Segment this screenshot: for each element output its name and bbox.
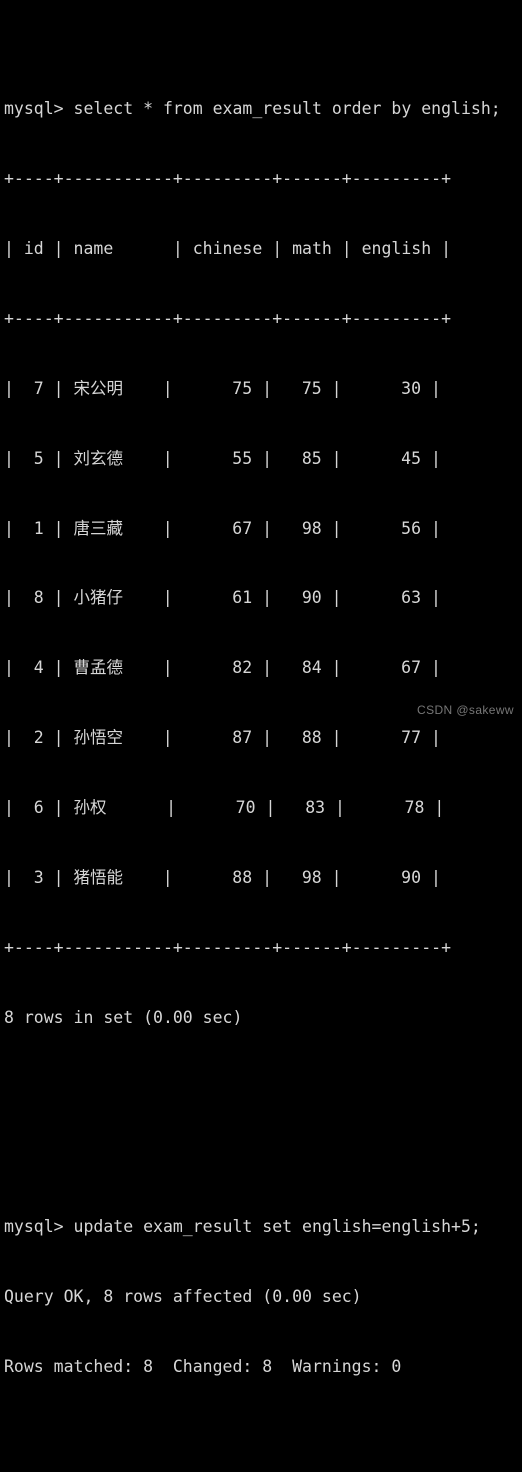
- update-result-rows-matched: Rows matched: 8 Changed: 8 Warnings: 0: [4, 1357, 402, 1377]
- table-row: | 4 | 曹孟德 | 82 | 84 | 67 |: [4, 658, 441, 678]
- table-row: | 5 | 刘玄德 | 55 | 85 | 45 |: [4, 448, 441, 468]
- watermark-label: CSDN @sakeww: [417, 702, 514, 717]
- update-result-query-ok: Query OK, 8 rows affected (0.00 sec): [4, 1287, 362, 1307]
- command-line-update: mysql> update exam_result set english=en…: [4, 1217, 481, 1237]
- table1-header-row: | id | name | chinese | math | english |: [4, 238, 452, 258]
- terminal-screen[interactable]: mysql> select * from exam_result order b…: [0, 0, 522, 1376]
- table-row: | 1 | 唐三藏 | 67 | 98 | 56 |: [4, 518, 441, 538]
- table-row: | 8 | 小猪仔 | 61 | 90 | 63 |: [4, 588, 441, 608]
- table1-border-mid: +----+-----------+---------+------+-----…: [4, 308, 452, 328]
- table1-border-bottom: +----+-----------+---------+------+-----…: [4, 937, 452, 957]
- table1-border-top: +----+-----------+---------+------+-----…: [4, 169, 452, 189]
- command-line-select-1: mysql> select * from exam_result order b…: [4, 99, 501, 119]
- table-row: | 3 | 猪悟能 | 88 | 98 | 90 |: [4, 867, 441, 887]
- table-row: | 7 | 宋公明 | 75 | 75 | 30 |: [4, 378, 441, 398]
- table-row: | 6 | 孙权 | 70 | 83 | 78 |: [4, 798, 445, 818]
- result-footer-1: 8 rows in set (0.00 sec): [4, 1007, 243, 1027]
- table-row: | 2 | 孙悟空 | 87 | 88 | 77 |: [4, 728, 441, 748]
